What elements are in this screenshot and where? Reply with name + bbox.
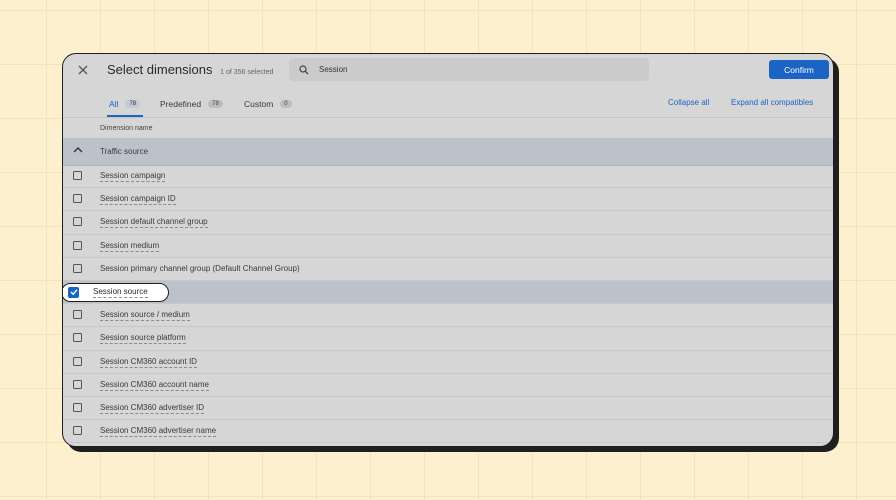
dimension-label: Session CM360 advertiser ID: [100, 402, 205, 414]
dimension-list: Session campaign Session campaign ID Ses…: [63, 165, 833, 444]
close-button[interactable]: [73, 60, 93, 80]
list-item[interactable]: Session CM360 account name: [63, 374, 833, 397]
column-header-dimension-name: Dimension name: [100, 125, 153, 132]
checkbox[interactable]: [73, 402, 82, 412]
tab-all-count: 78: [125, 100, 141, 108]
list-item[interactable]: Session CM360 advertiser name: [63, 420, 833, 444]
selected-count: 1 of 356 selected: [220, 69, 274, 76]
list-item[interactable]: Session default channel group: [63, 211, 833, 235]
tab-predefined-label: Predefined: [160, 99, 202, 109]
dimension-label: Session source: [93, 286, 148, 298]
check-icon: [70, 289, 78, 296]
close-icon: [78, 65, 88, 75]
checkbox[interactable]: [73, 379, 82, 389]
search-input[interactable]: [317, 64, 621, 75]
chevron-up-icon[interactable]: [73, 146, 83, 154]
group-row-traffic-source[interactable]: Traffic source: [63, 138, 833, 166]
list-item-selected[interactable]: Session source: [63, 280, 833, 305]
tab-bar: All 78 Predefined 78 Custom 0: [63, 90, 833, 118]
dimension-label: Session source platform: [100, 333, 186, 345]
checkbox[interactable]: [73, 217, 82, 227]
tab-custom-count: 0: [280, 100, 292, 108]
dimension-label: Session CM360 account name: [100, 379, 209, 391]
dialog-header: Select dimensions 1 of 356 selected Conf…: [63, 54, 833, 88]
dimension-label: Session medium: [100, 240, 160, 252]
expand-all-compatibles-button[interactable]: Expand all compatibles: [731, 98, 813, 107]
search-box[interactable]: [289, 58, 649, 81]
checkbox[interactable]: [73, 171, 82, 180]
checkbox[interactable]: [73, 356, 82, 366]
confirm-button[interactable]: Confirm: [769, 60, 829, 79]
tab-predefined[interactable]: Predefined 78: [160, 96, 223, 112]
search-icon: [299, 64, 309, 75]
dimension-label: Session CM360 account ID: [100, 356, 197, 368]
dialog-title-text: Select dimensions: [107, 62, 213, 77]
list-item[interactable]: Session CM360 advertiser ID: [63, 397, 833, 421]
list-item[interactable]: Session campaign: [63, 165, 833, 189]
list-item[interactable]: Session source / medium: [63, 304, 833, 328]
checkbox[interactable]: [73, 194, 82, 204]
checkbox[interactable]: [73, 333, 82, 343]
dialog-title: Select dimensions 1 of 356 selected: [107, 62, 273, 77]
selected-highlight-pill: Session source: [63, 282, 169, 302]
tab-all[interactable]: All 78: [109, 96, 141, 112]
checkbox[interactable]: [73, 240, 82, 250]
list-item[interactable]: Session CM360 account ID: [63, 351, 833, 374]
tab-custom-label: Custom: [244, 99, 274, 109]
checkbox[interactable]: [73, 426, 82, 436]
tab-custom[interactable]: Custom 0: [244, 96, 292, 112]
select-dimensions-dialog: Select dimensions 1 of 356 selected Conf…: [62, 53, 834, 447]
tab-predefined-count: 78: [208, 100, 223, 108]
tabs-divider: [63, 117, 833, 118]
list-item[interactable]: Session medium: [63, 235, 833, 258]
group-label: Traffic source: [100, 147, 149, 156]
dimension-label: Session campaign ID: [100, 194, 176, 206]
dimension-label: Session primary channel group (Default C…: [100, 263, 300, 273]
dimension-label: Session campaign: [100, 171, 166, 182]
list-item[interactable]: Session primary channel group (Default C…: [63, 258, 833, 281]
checkbox-checked[interactable]: [68, 286, 79, 298]
list-item[interactable]: Session campaign ID: [63, 188, 833, 212]
tab-all-label: All: [109, 99, 119, 109]
dimension-label: Session source / medium: [100, 310, 190, 322]
list-item[interactable]: Session source platform: [63, 327, 833, 351]
checkbox[interactable]: [73, 263, 82, 273]
dimension-label: Session CM360 advertiser name: [100, 426, 217, 438]
dimension-label: Session default channel group: [100, 217, 208, 229]
checkbox[interactable]: [73, 310, 82, 320]
collapse-all-button[interactable]: Collapse all: [668, 98, 709, 107]
